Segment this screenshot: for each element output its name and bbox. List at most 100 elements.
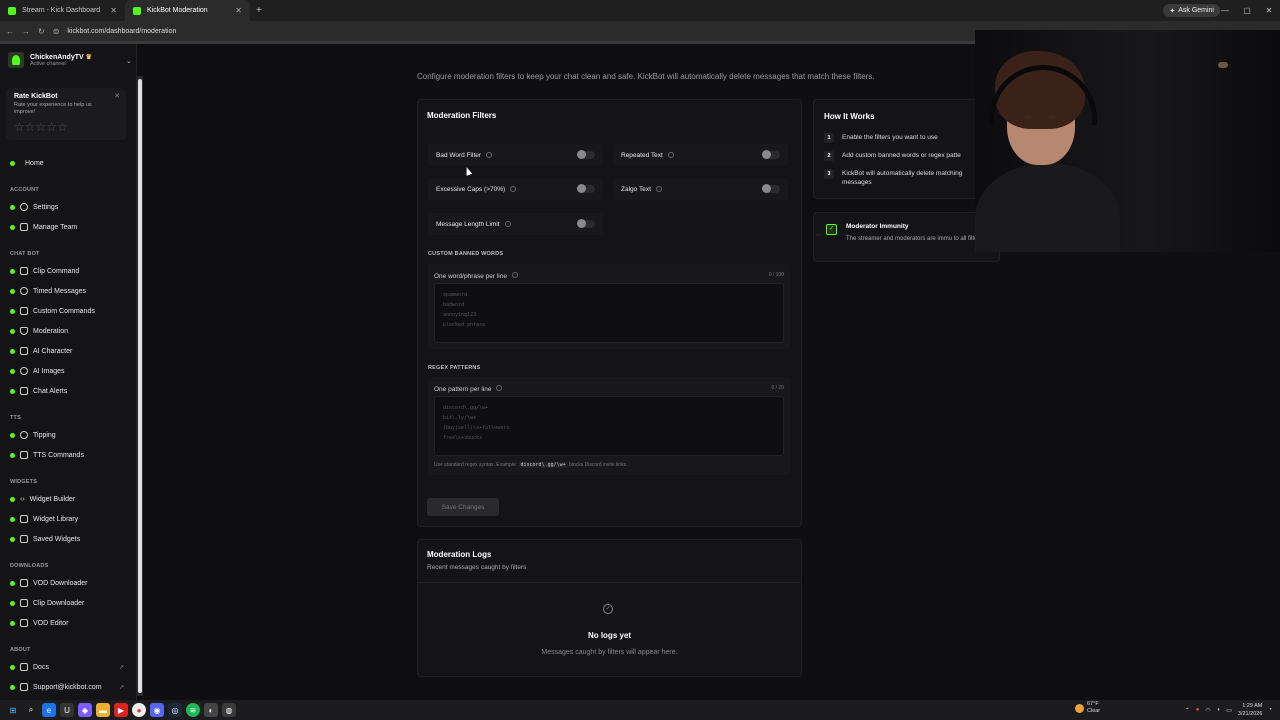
- weather-widget[interactable]: 67°F Clear: [1075, 701, 1100, 715]
- sidebar-item-vod-editor[interactable]: VOD Editor: [10, 616, 130, 630]
- sidebar-item-home[interactable]: Home: [10, 156, 130, 170]
- empty-logs-subtitle: Messages caught by filters will appear h…: [541, 649, 678, 656]
- status-dot-icon: [10, 204, 15, 210]
- sidebar-item-clip-command[interactable]: Clip Command: [10, 264, 130, 278]
- sidebar-item-moderation[interactable]: Moderation: [10, 324, 130, 338]
- rate-subtitle: Rate your experience to help us improve!: [14, 102, 92, 115]
- moderation-logs-title: Moderation Logs: [427, 550, 492, 559]
- chrome-icon[interactable]: ●: [132, 703, 146, 717]
- app-u-icon[interactable]: U: [60, 703, 74, 717]
- moderation-logs-subtitle: Recent messages caught by filters: [427, 564, 527, 571]
- sidebar-item-docs[interactable]: Docs ↗: [10, 660, 130, 674]
- info-icon[interactable]: [511, 272, 518, 278]
- sparkle-icon: [20, 367, 28, 375]
- message-length-toggle[interactable]: [577, 219, 595, 228]
- sidebar-item-widget-library[interactable]: Widget Library: [10, 512, 130, 526]
- notification-icon[interactable]: ◔: [1268, 707, 1272, 713]
- status-dot-icon: [10, 684, 15, 690]
- discord-icon[interactable]: ◉: [150, 703, 164, 717]
- zalgo-text-toggle[interactable]: [762, 184, 780, 193]
- tray-app-icon[interactable]: ●: [1196, 707, 1200, 713]
- network-icon[interactable]: ◠: [1205, 707, 1210, 714]
- regex-field-label: One pattern per line: [434, 386, 492, 393]
- sidebar-item-tts-commands[interactable]: TTS Commands: [10, 448, 130, 462]
- info-icon[interactable]: [510, 186, 517, 192]
- logs-divider: [418, 582, 801, 583]
- info-icon[interactable]: [655, 186, 662, 192]
- step-number: 3: [824, 169, 834, 179]
- sidebar-item-saved-widgets[interactable]: Saved Widgets: [10, 532, 130, 546]
- excessive-caps-toggle[interactable]: [577, 184, 595, 193]
- site-info-icon[interactable]: ⊜: [53, 27, 60, 36]
- star-rating[interactable]: ☆☆☆☆☆: [14, 120, 118, 134]
- save-changes-button[interactable]: Save Changes: [427, 498, 499, 516]
- section-tts: TTS: [10, 415, 21, 421]
- regex-count: 0 / 20: [771, 385, 784, 391]
- info-icon[interactable]: [504, 221, 511, 227]
- info-icon[interactable]: [486, 152, 493, 158]
- chrome-active-icon[interactable]: ◍: [222, 703, 236, 717]
- kick-favicon-icon: [8, 6, 16, 15]
- obs-icon[interactable]: ◐: [204, 703, 218, 717]
- maximize-icon[interactable]: ▢: [1236, 0, 1258, 21]
- filter-zalgo-text: Zalgo Text: [613, 178, 788, 200]
- file-explorer-icon[interactable]: ▬: [96, 703, 110, 717]
- ask-gemini-button[interactable]: ✦ Ask Gemini: [1163, 4, 1220, 17]
- sidebar-item-support[interactable]: Support@kickbot.com ↗: [10, 680, 130, 694]
- close-tab-icon[interactable]: ✕: [235, 6, 242, 15]
- regex-textarea[interactable]: discord\.gg/\w+ bit\.ly/\w+ (buy|sell)\s…: [434, 396, 784, 456]
- url-field[interactable]: kickbot.com/dashboard/moderation: [67, 28, 176, 35]
- banned-words-panel: One word/phrase per line 0 / 100 spamwor…: [428, 264, 790, 349]
- back-icon[interactable]: ←: [6, 27, 14, 36]
- immunity-title: Moderator Immunity: [846, 223, 909, 230]
- clock[interactable]: 1:29 AM 3/21/2026: [1238, 702, 1262, 718]
- forward-icon[interactable]: →: [22, 27, 30, 36]
- sidebar-item-chat-alerts[interactable]: Chat Alerts: [10, 384, 130, 398]
- minimize-icon[interactable]: —: [1214, 0, 1236, 21]
- tab-kickbot-moderation[interactable]: KickBot Moderation ✕: [125, 0, 250, 21]
- close-window-icon[interactable]: ✕: [1258, 0, 1280, 21]
- youtube-icon[interactable]: ▶: [114, 703, 128, 717]
- close-tab-icon[interactable]: ✕: [110, 6, 117, 15]
- sidebar-item-manage-team[interactable]: Manage Team: [10, 220, 130, 234]
- sidebar-item-ai-character[interactable]: AI Character: [10, 344, 130, 358]
- info-icon[interactable]: [496, 385, 503, 391]
- spotify-icon[interactable]: ≋: [186, 703, 200, 717]
- chevron-up-icon[interactable]: ⌃: [1185, 707, 1190, 714]
- sidebar: ChickenAndyTV ♛ Active channel ⌄ Rate Ki…: [0, 44, 137, 700]
- sidebar-item-ai-images[interactable]: AI Images: [10, 364, 130, 378]
- sidebar-item-clip-downloader[interactable]: Clip Downloader: [10, 596, 130, 610]
- tab-stream-dashboard[interactable]: Stream - Kick Dashboard ✕: [0, 0, 125, 21]
- app-icon[interactable]: ◆: [78, 703, 92, 717]
- search-icon[interactable]: ⌕: [24, 703, 38, 717]
- new-tab-icon[interactable]: +: [250, 5, 268, 16]
- volume-icon[interactable]: ◖: [1217, 707, 1221, 713]
- close-icon[interactable]: ✕: [114, 92, 120, 100]
- chevron-down-icon[interactable]: ⌄: [126, 57, 132, 65]
- sidebar-item-custom-commands[interactable]: Custom Commands: [10, 304, 130, 318]
- sidebar-item-timed-messages[interactable]: Timed Messages: [10, 284, 130, 298]
- windows-start-icon[interactable]: ⊞: [6, 703, 20, 717]
- status-dot-icon: [10, 160, 15, 166]
- steam-icon[interactable]: ◎: [168, 703, 182, 717]
- external-link-icon: ↗: [118, 664, 124, 671]
- section-about: ABOUT: [10, 647, 31, 653]
- avatar: [8, 52, 24, 68]
- bad-word-toggle[interactable]: [577, 150, 595, 159]
- filter-repeated-text: Repeated Text: [613, 144, 788, 166]
- channel-switcher[interactable]: ChickenAndyTV ♛ Active channel: [8, 52, 92, 68]
- sidebar-item-tipping[interactable]: Tipping: [10, 428, 130, 442]
- channel-name: ChickenAndyTV: [30, 54, 84, 61]
- reload-icon[interactable]: ↻: [38, 27, 45, 36]
- info-icon[interactable]: [667, 152, 674, 158]
- shield-check-icon: ✓: [826, 224, 837, 235]
- battery-icon[interactable]: ▭: [1226, 707, 1232, 714]
- sidebar-item-widget-builder[interactable]: ‹› Widget Builder: [10, 492, 130, 506]
- repeated-text-toggle[interactable]: [762, 150, 780, 159]
- banned-words-textarea[interactable]: spamword badword annoying123 blocked phr…: [434, 283, 784, 343]
- sidebar-item-vod-downloader[interactable]: VOD Downloader: [10, 576, 130, 590]
- regex-example-code: discord\.gg/\w+: [518, 462, 568, 468]
- status-dot-icon: [10, 368, 15, 374]
- edge-icon[interactable]: e: [42, 703, 56, 717]
- sidebar-item-settings[interactable]: Settings: [10, 200, 130, 214]
